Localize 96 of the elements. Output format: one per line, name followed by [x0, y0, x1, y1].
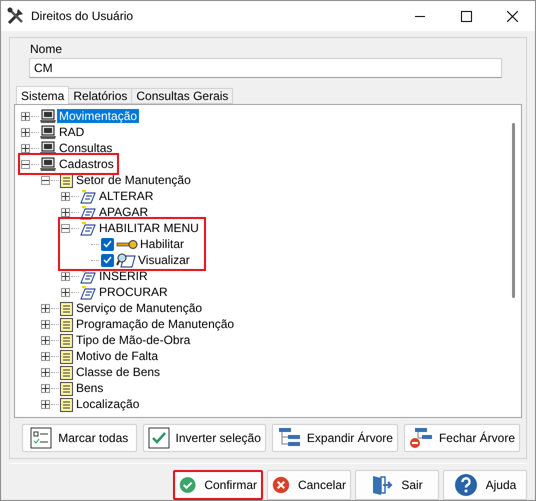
name-field[interactable]: CM: [29, 58, 502, 78]
checkbox[interactable]: [101, 238, 114, 250]
field-label: Nome: [30, 42, 64, 56]
tree-item[interactable]: Movimentação: [57, 109, 140, 123]
tree-item[interactable]: Consultas: [57, 141, 114, 155]
tree-item[interactable]: Localização: [74, 397, 142, 411]
plus-icon: [22, 128, 29, 136]
expand-toggle[interactable]: [61, 288, 70, 296]
plus-icon: [42, 400, 49, 408]
clipboard-icon: [59, 396, 74, 412]
collapse-toggle[interactable]: [21, 160, 30, 168]
plus-icon: [42, 320, 49, 328]
dialog-button[interactable]: Ajuda: [443, 470, 527, 500]
plus-icon: [62, 288, 69, 296]
clipboard-icon: [59, 364, 74, 380]
tree-item[interactable]: PROCURAR: [97, 285, 170, 299]
clipboard-icon: [59, 380, 74, 396]
clipboard-icon: [59, 348, 74, 364]
window-title: Direitos do Usuário: [31, 9, 134, 23]
tree-item[interactable]: Classe de Bens: [74, 365, 162, 379]
tree-item[interactable]: Visualizar: [136, 253, 192, 267]
close-icon: [506, 10, 518, 22]
dialog-button[interactable]: Sair: [355, 470, 439, 500]
note-icon: [79, 268, 97, 284]
note-icon: [79, 188, 97, 204]
expand-toggle[interactable]: [21, 144, 30, 152]
tab[interactable]: Relatórios: [68, 88, 132, 104]
dialog-button[interactable]: Confirmar: [173, 470, 263, 500]
plus-icon: [42, 368, 49, 376]
computer-icon: [39, 124, 57, 140]
computer-icon: [39, 156, 57, 172]
tree-item[interactable]: Serviço de Manutenção: [74, 301, 204, 315]
expand-toggle[interactable]: [41, 336, 50, 344]
expand-toggle[interactable]: [61, 208, 70, 216]
expand-toggle[interactable]: [41, 368, 50, 376]
plus-icon: [62, 272, 69, 280]
help-icon: [454, 473, 478, 497]
plus-icon: [22, 144, 29, 152]
tree-item[interactable]: RAD: [57, 125, 86, 139]
expand-toggle[interactable]: [41, 384, 50, 392]
tree-item[interactable]: HABILITAR MENU: [97, 221, 201, 235]
toolbar-button[interactable]: Marcar todas: [22, 424, 137, 452]
clipboard-icon: [59, 300, 74, 316]
collapse-toggle[interactable]: [41, 176, 50, 184]
tab[interactable]: Consultas Gerais: [131, 88, 234, 104]
plus-icon: [42, 336, 49, 344]
tree-item[interactable]: Tipo de Mão-de-Obra: [74, 333, 192, 347]
checklist-icon: [30, 427, 52, 449]
toolbar-button[interactable]: Inverter seleção: [142, 424, 266, 452]
tree-item[interactable]: Motivo de Falta: [74, 349, 160, 363]
tree-item[interactable]: APAGAR: [97, 205, 150, 219]
plus-icon: [42, 384, 49, 392]
toolbar-button[interactable]: Fechar Árvore: [404, 424, 520, 452]
cancel-circle-icon: [272, 474, 290, 496]
note-icon: [79, 220, 97, 236]
tree-item[interactable]: Cadastros: [57, 157, 116, 171]
tree-icon: [276, 427, 301, 449]
tools-icon: [7, 7, 25, 25]
collapse-toggle[interactable]: [61, 224, 70, 232]
expand-toggle[interactable]: [61, 192, 70, 200]
plus-icon: [22, 112, 29, 120]
exit-door-icon: [371, 474, 394, 496]
dialog-button[interactable]: Cancelar: [267, 470, 351, 500]
plus-icon: [62, 192, 69, 200]
tree-item[interactable]: Programação de Manutenção: [74, 317, 236, 331]
expand-toggle[interactable]: [21, 128, 30, 136]
expand-toggle[interactable]: [41, 320, 50, 328]
expand-toggle[interactable]: [21, 112, 30, 120]
clipboard-icon: [59, 172, 74, 188]
checkmark-icon: [148, 427, 170, 449]
key-icon: [116, 238, 138, 250]
expand-toggle[interactable]: [41, 304, 50, 312]
tree-remove-icon: [408, 427, 433, 449]
note-icon: [79, 284, 97, 300]
plus-icon: [42, 304, 49, 312]
computer-icon: [39, 140, 57, 156]
note-icon: [79, 204, 97, 220]
tree-item[interactable]: Setor de Manutenção: [74, 173, 193, 187]
tree-item[interactable]: INSERIR: [97, 269, 150, 283]
expand-toggle[interactable]: [41, 400, 50, 408]
tree-item[interactable]: Bens: [74, 381, 106, 395]
checkbox[interactable]: [101, 254, 114, 266]
magnifier-note-icon: [116, 252, 136, 268]
tree-item[interactable]: Habilitar: [138, 237, 186, 251]
clipboard-icon: [59, 332, 74, 348]
computer-icon: [39, 108, 57, 124]
tree-item[interactable]: ALTERAR: [97, 189, 156, 203]
tab[interactable]: Sistema: [16, 86, 70, 104]
expand-toggle[interactable]: [41, 352, 50, 360]
plus-icon: [62, 208, 69, 216]
expand-toggle[interactable]: [61, 272, 70, 280]
clipboard-icon: [59, 316, 74, 332]
toolbar-button[interactable]: Expandir Árvore: [272, 424, 398, 452]
checkmark-circle-icon: [179, 474, 196, 496]
plus-icon: [42, 352, 49, 360]
maximize-icon: [460, 10, 472, 22]
